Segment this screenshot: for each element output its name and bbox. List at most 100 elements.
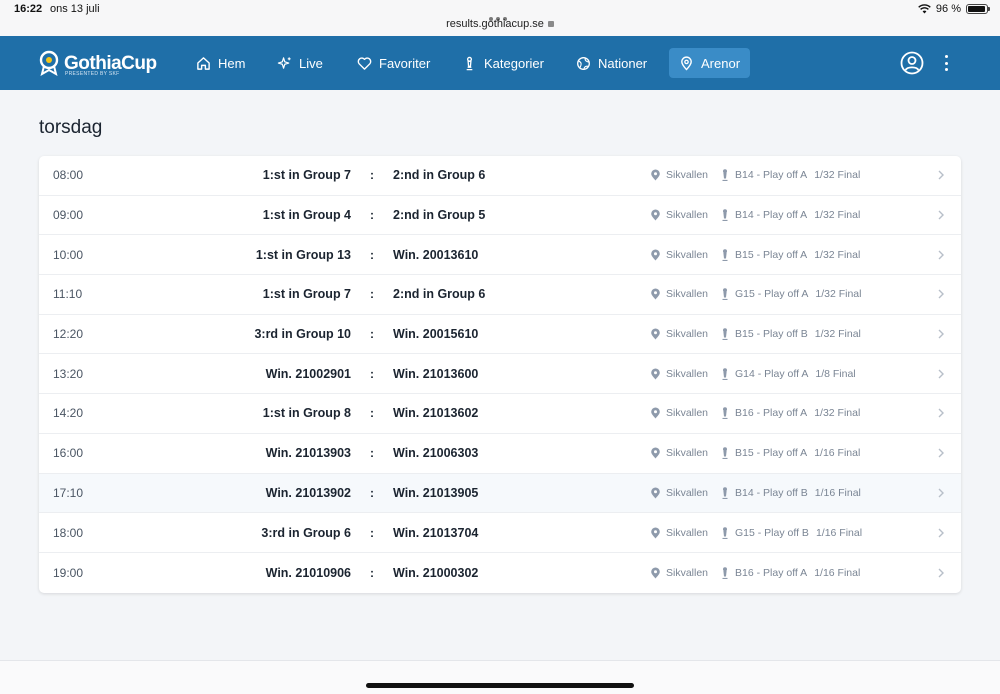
home-team: 3:rd in Group 6 <box>261 525 351 540</box>
match-row[interactable]: 17:10 Win. 21013902 : Win. 21013905 Sikv… <box>39 473 961 514</box>
trophy-icon <box>721 156 729 195</box>
match-row[interactable]: 10:00 1:st in Group 13 : Win. 20013610 S… <box>39 235 961 276</box>
match-row[interactable]: 11:10 1:st in Group 7 : 2:nd in Group 6 … <box>39 275 961 315</box>
round-name: 1/16 Final <box>814 447 861 460</box>
home-indicator[interactable] <box>366 683 634 688</box>
more-menu-icon[interactable] <box>938 53 954 73</box>
home-team: Win. 21002901 <box>265 366 351 381</box>
away-team: Win. 21013602 <box>393 406 479 421</box>
score-separator: : <box>370 287 374 302</box>
round-name: 1/32 Final <box>814 169 861 182</box>
score-separator: : <box>370 366 374 381</box>
url-text: results.gothiacup.se <box>446 18 544 30</box>
globe-icon <box>577 56 590 70</box>
home-team: 1:st in Group 4 <box>262 208 351 223</box>
nav-item-label: Favoriter <box>379 55 431 71</box>
match-time: 09:00 <box>53 208 84 223</box>
match-category: B16 - Play off A 1/32 Final <box>735 394 860 433</box>
location-pin-icon <box>650 474 661 513</box>
main-navbar: GothiaCup PRESENTED BY SKF Hem Live Favo… <box>0 36 1000 90</box>
match-venue: Sikvallen <box>666 209 709 222</box>
nav-item-kategorier[interactable]: Kategorier <box>452 48 554 78</box>
round-name: 1/32 Final <box>814 209 861 222</box>
category-name: G14 - Play off A <box>735 367 809 380</box>
match-venue: Sikvallen <box>666 367 709 380</box>
match-row[interactable]: 18:00 3:rd in Group 6 : Win. 21013704 Si… <box>39 513 961 553</box>
match-row[interactable]: 14:20 1:st in Group 8 : Win. 21013602 Si… <box>39 394 961 434</box>
match-row[interactable]: 16:00 Win. 21013903 : Win. 21006303 Sikv… <box>39 434 961 474</box>
away-team: Win. 21006303 <box>393 446 479 461</box>
round-name: 1/32 Final <box>814 328 861 341</box>
match-row[interactable]: 08:00 1:st in Group 7 : 2:nd in Group 6 … <box>39 156 961 196</box>
away-team: Win. 21013600 <box>393 366 479 381</box>
match-venue: Sikvallen <box>666 169 709 182</box>
nav-item-hem[interactable]: Hem <box>186 48 255 78</box>
away-team: 2:nd in Group 6 <box>393 287 486 302</box>
nav-item-label: Live <box>299 55 323 71</box>
match-time: 17:10 <box>53 485 84 500</box>
match-category: B15 - Play off A 1/32 Final <box>735 235 860 274</box>
location-pin-icon <box>650 354 661 393</box>
match-venue: Sikvallen <box>666 566 709 579</box>
gothia-cup-logo[interactable]: GothiaCup PRESENTED BY SKF <box>38 48 157 78</box>
match-venue: Sikvallen <box>666 526 709 539</box>
location-pin-icon <box>650 275 661 314</box>
logo-text: GothiaCup <box>64 52 157 74</box>
address-bar[interactable]: results.gothiacup.se <box>0 18 1000 30</box>
match-row[interactable]: 13:20 Win. 21002901 : Win. 21013600 Sikv… <box>39 354 961 395</box>
match-time: 11:10 <box>53 287 83 302</box>
nav-item-favoriter[interactable]: Favoriter <box>347 48 440 78</box>
home-team: 1:st in Group 7 <box>262 287 351 302</box>
status-indicators: 96 % <box>918 2 990 16</box>
score-separator: : <box>370 208 374 223</box>
nav-item-nationer[interactable]: Nationer <box>566 48 657 78</box>
user-account-icon[interactable] <box>900 51 924 75</box>
match-time: 08:00 <box>53 168 84 183</box>
chevron-right-icon <box>937 394 945 433</box>
home-team: 1:st in Group 7 <box>262 168 351 183</box>
nav-item-arenor[interactable]: Arenor <box>669 48 751 78</box>
location-pin-icon <box>650 394 661 433</box>
trophy-icon <box>721 354 729 393</box>
match-row[interactable]: 09:00 1:st in Group 4 : 2:nd in Group 5 … <box>39 196 961 236</box>
sparkle-icon <box>277 56 291 69</box>
match-row[interactable]: 12:20 3:rd in Group 10 : Win. 20015610 S… <box>39 315 961 355</box>
score-separator: : <box>370 406 374 421</box>
bottom-toolbar <box>0 660 1000 694</box>
score-separator: : <box>370 446 374 461</box>
trophy-icon <box>721 394 729 433</box>
home-team: Win. 21013903 <box>265 446 351 461</box>
match-time: 10:00 <box>53 247 84 262</box>
away-team: Win. 21000302 <box>393 565 479 580</box>
category-name: B15 - Play off B <box>735 328 808 341</box>
match-row[interactable]: 19:00 Win. 21010906 : Win. 21000302 Sikv… <box>39 553 961 593</box>
match-category: B14 - Play off B 1/16 Final <box>735 474 861 513</box>
more-dots-icon[interactable] <box>489 8 511 21</box>
match-time: 12:20 <box>53 327 84 342</box>
score-separator: : <box>370 525 374 540</box>
home-icon <box>197 56 210 70</box>
match-category: G14 - Play off A 1/8 Final <box>735 354 856 393</box>
nav-item-live[interactable]: Live <box>267 48 333 78</box>
round-name: 1/32 Final <box>815 288 862 301</box>
nav-item-label: Kategorier <box>484 55 544 71</box>
match-category: G15 - Play off A 1/32 Final <box>735 275 861 314</box>
round-name: 1/16 Final <box>814 566 861 579</box>
away-team: Win. 21013905 <box>393 485 479 500</box>
away-team: 2:nd in Group 6 <box>393 168 486 183</box>
match-time: 13:20 <box>53 366 84 381</box>
trophy-icon <box>721 474 729 513</box>
match-time: 16:00 <box>53 446 84 461</box>
status-date: ons 13 juli <box>50 3 100 15</box>
category-name: B15 - Play off A <box>735 447 808 460</box>
match-category: B15 - Play off A 1/16 Final <box>735 434 860 473</box>
wifi-icon <box>918 4 931 14</box>
battery-percent: 96 % <box>935 3 961 15</box>
trophy-icon <box>721 513 729 552</box>
heart-icon <box>357 56 372 70</box>
match-category: B14 - Play off A 1/32 Final <box>735 156 860 195</box>
category-name: B15 - Play off A <box>735 248 808 261</box>
category-name: B16 - Play off A <box>735 407 808 420</box>
trophy-icon <box>721 235 729 274</box>
location-pin-icon <box>650 553 661 593</box>
